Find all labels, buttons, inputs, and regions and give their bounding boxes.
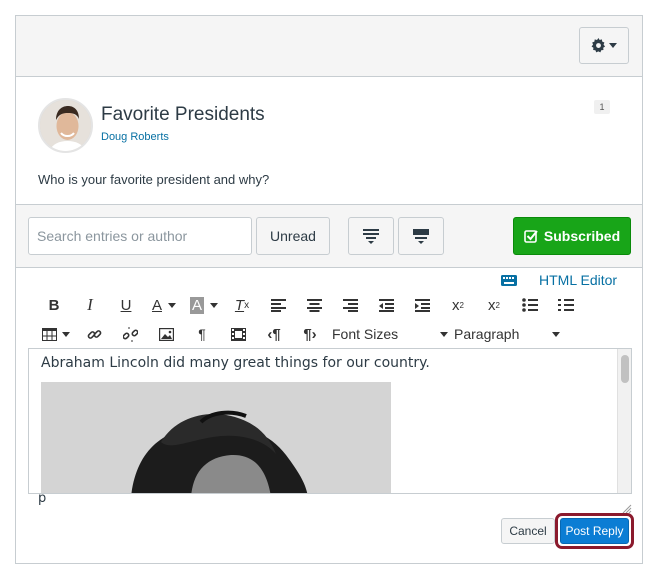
expand-icon [413, 228, 429, 244]
paragraph-label: Paragraph [454, 326, 520, 342]
background-color-icon[interactable]: A [184, 293, 224, 317]
expand-threads-button[interactable] [398, 217, 444, 255]
avatar-photo [40, 100, 91, 151]
avatar[interactable] [38, 98, 93, 153]
align-right-icon[interactable] [332, 293, 368, 317]
author-link[interactable]: Doug Roberts [101, 131, 169, 143]
chevron-down-icon [440, 331, 448, 337]
outdent-icon[interactable] [368, 293, 404, 317]
bold-icon[interactable]: B [36, 293, 72, 317]
subscript-icon[interactable]: x2 [476, 293, 512, 317]
settings-menu-button[interactable] [579, 27, 629, 64]
superscript-icon[interactable]: x2 [440, 293, 476, 317]
scrollbar-thumb[interactable] [621, 355, 629, 383]
font-sizes-select[interactable]: Font Sizes [332, 322, 454, 346]
cancel-button[interactable]: Cancel [501, 518, 555, 544]
rich-content-editor[interactable]: Abraham Lincoln did many great things fo… [28, 348, 632, 494]
editor-toolbar-row-1: B I U A A Tx x2 x2 [36, 292, 584, 318]
unlink-icon[interactable] [112, 322, 148, 346]
post-reply-button[interactable]: Post Reply [560, 518, 629, 544]
header-bar [16, 16, 642, 77]
discussion-frame: Favorite Presidents Doug Roberts 1 Who i… [15, 15, 643, 564]
underline-icon[interactable]: U [108, 293, 144, 317]
editor-toolbar-row-2: ¶ ‹¶ ¶› Font Sizes Paragraph [36, 321, 566, 347]
pilcrow-icon[interactable]: ¶ [184, 322, 220, 346]
keyboard-icon [501, 274, 517, 286]
unread-filter-button[interactable]: Unread [256, 217, 330, 255]
embedded-image[interactable] [41, 382, 391, 493]
numbered-list-icon[interactable] [548, 293, 584, 317]
paragraph-select[interactable]: Paragraph [454, 322, 566, 346]
collapse-icon [363, 228, 379, 244]
editor-body-text[interactable]: Abraham Lincoln did many great things fo… [41, 355, 430, 371]
editor-scrollbar[interactable] [617, 349, 631, 493]
image-icon[interactable] [148, 322, 184, 346]
indent-icon[interactable] [404, 293, 440, 317]
rtl-icon[interactable]: ¶› [292, 322, 328, 346]
checkbox-checked-icon [524, 230, 538, 243]
align-left-icon[interactable] [260, 293, 296, 317]
chevron-down-icon [609, 43, 617, 48]
unread-count-badge: 1 [594, 100, 610, 114]
gear-icon [591, 38, 606, 53]
text-color-icon[interactable]: A [144, 293, 184, 317]
post-reply-highlight: Post Reply [555, 513, 634, 549]
subscribed-label: Subscribed [543, 228, 621, 244]
topic-question: Who is your favorite president and why? [38, 172, 270, 187]
clear-formatting-icon[interactable]: Tx [224, 293, 260, 317]
portrait-image [41, 382, 391, 493]
collapse-threads-button[interactable] [348, 217, 394, 255]
ltr-icon[interactable]: ‹¶ [256, 322, 292, 346]
align-center-icon[interactable] [296, 293, 332, 317]
table-icon[interactable] [36, 322, 76, 346]
search-input[interactable] [28, 217, 252, 255]
media-icon[interactable] [220, 322, 256, 346]
link-icon[interactable] [76, 322, 112, 346]
bullet-list-icon[interactable] [512, 293, 548, 317]
subscribed-button[interactable]: Subscribed [513, 217, 631, 255]
element-path[interactable]: p [38, 491, 46, 506]
topic-title: Favorite Presidents [101, 104, 265, 125]
italic-icon[interactable]: I [72, 293, 108, 317]
chevron-down-icon [552, 331, 560, 337]
discussion-toolbar: Unread Subscribed [16, 204, 642, 268]
font-sizes-label: Font Sizes [332, 326, 399, 342]
html-editor-link[interactable]: HTML Editor [539, 272, 617, 288]
html-editor-toggle[interactable]: HTML Editor [501, 272, 617, 288]
